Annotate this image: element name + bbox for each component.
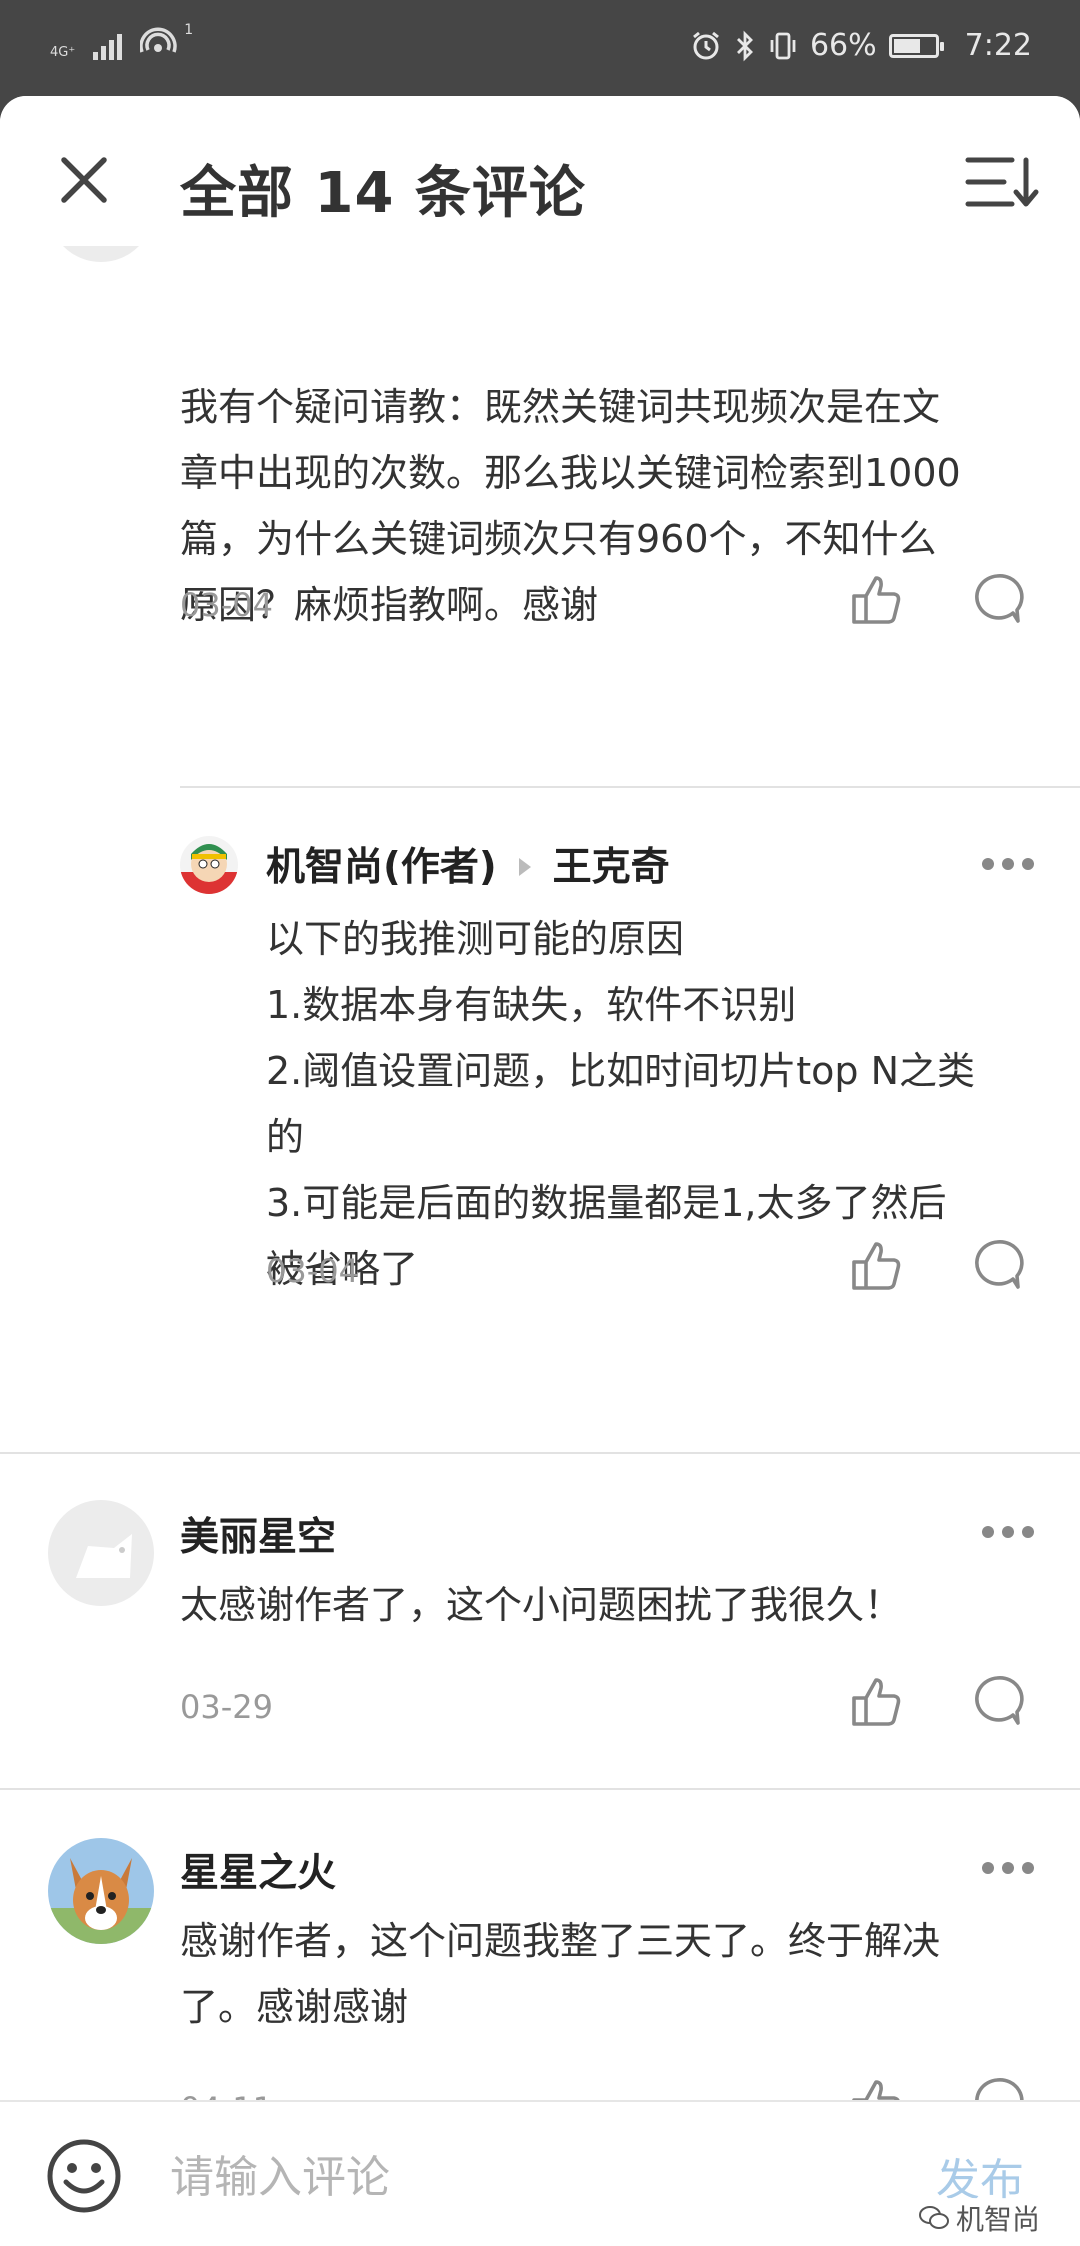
watermark: 机智尚 [912,2198,1047,2238]
divider [180,786,1080,788]
close-icon[interactable] [50,146,118,214]
comment-line: 2.阈值设置问题，比如时间切片top N之类 [266,1049,976,1093]
author-name[interactable]: 星星之火 [180,1842,336,1898]
cartoon-avatar-icon [180,844,238,894]
author-avatar[interactable] [180,836,238,894]
comment-line: 太感谢作者了，这个小问题困扰了我很久！ [180,1583,903,1627]
comment-text: 我有个疑问请教：既然关键词共现频次是在文 章中出现的次数。那么我以关键词检索到1… [180,374,961,638]
reply-icon[interactable] [968,1236,1026,1294]
default-avatar-icon [76,1534,132,1578]
battery-icon [888,33,944,58]
like-icon[interactable] [848,570,906,628]
page-title: 全部 14 条评论 [180,161,586,226]
author-name[interactable]: 美丽星空 [180,1506,336,1562]
comment-input-bar: 发布 机智尚 [0,2100,1080,2246]
comment-text: 太感谢作者了，这个小问题困扰了我很久！ [180,1572,902,1638]
like-icon[interactable] [848,1236,906,1294]
comment-line: 1.数据本身有缺失，软件不识别 [266,983,797,1027]
status-right: 66% 7:22 [690,28,1032,63]
sort-icon[interactable] [964,152,1040,212]
vibrate-icon [770,32,796,59]
divider [0,1452,1080,1454]
avatar[interactable] [48,1500,154,1606]
network-type: 4G⁺ [50,45,76,60]
reply-to-name[interactable]: 王克奇 [553,845,670,890]
watermark-text: 机智尚 [956,2203,1041,2236]
comment-line: 感谢作者，这个问题我整了三天了。终于解决 [180,1919,941,1963]
comment-line: 以下的我推测可能的原因 [266,917,685,961]
comment-input[interactable] [168,2138,872,2216]
comment-date: 03-04 [180,586,273,624]
reply-icon[interactable] [968,1672,1026,1730]
comments-sheet: 全部 14 条评论 我有个疑问请教：既然关键词共现频次是在文 章中出现的次数。那… [0,96,1080,2244]
comment-line: 章中出现的次数。那么我以关键词检索到1000 [180,451,961,495]
comment-date: 03-29 [180,1688,273,1726]
reply-icon[interactable] [968,570,1026,628]
comment-line: 的 [266,1115,305,1159]
comment-line: 3.可能是后面的数据量都是1,太多了然后 [266,1181,947,1225]
reply-arrow-icon [518,857,531,876]
bluetooth-icon [736,30,753,61]
clock: 7:22 [964,28,1032,63]
emoji-icon[interactable] [44,2136,124,2216]
more-icon[interactable] [982,854,1034,874]
wifi-hotspot-icon [140,27,177,53]
reply-header: 机智尚(作者) 王克奇 [266,836,670,892]
alarm-icon [693,31,719,59]
comment-text: 感谢作者，这个问题我整了三天了。终于解决 了。感谢感谢 [180,1908,940,2040]
corgi-avatar-icon [48,1858,154,1944]
more-icon[interactable] [982,1522,1034,1542]
author-name[interactable]: 机智尚(作者) [266,845,497,890]
hotspot-count: 1 [184,22,194,38]
battery-percent: 66% [809,28,877,63]
sheet-header: 全部 14 条评论 [0,96,1080,246]
status-bar: 4G⁺ 1 66% 7:22 [0,0,1080,96]
status-left: 4G⁺ 1 [50,22,207,60]
like-icon[interactable] [848,1672,906,1730]
comment-line: 篇，为什么关键词频次只有960个，不知什么 [180,517,937,561]
comment-line: 我有个疑问请教：既然关键词共现频次是在文 [180,385,941,429]
divider [0,1788,1080,1790]
comment-line: 了。感谢感谢 [180,1985,409,2029]
battery-fill [893,38,920,53]
avatar[interactable] [48,1838,154,1944]
comment-line: 原因？麻烦指教啊。感谢 [180,583,599,627]
more-icon[interactable] [982,1858,1034,1878]
signal-icon [93,30,123,60]
wechat-icon [919,2206,949,2229]
reply-date: 03-04 [266,1252,359,1290]
